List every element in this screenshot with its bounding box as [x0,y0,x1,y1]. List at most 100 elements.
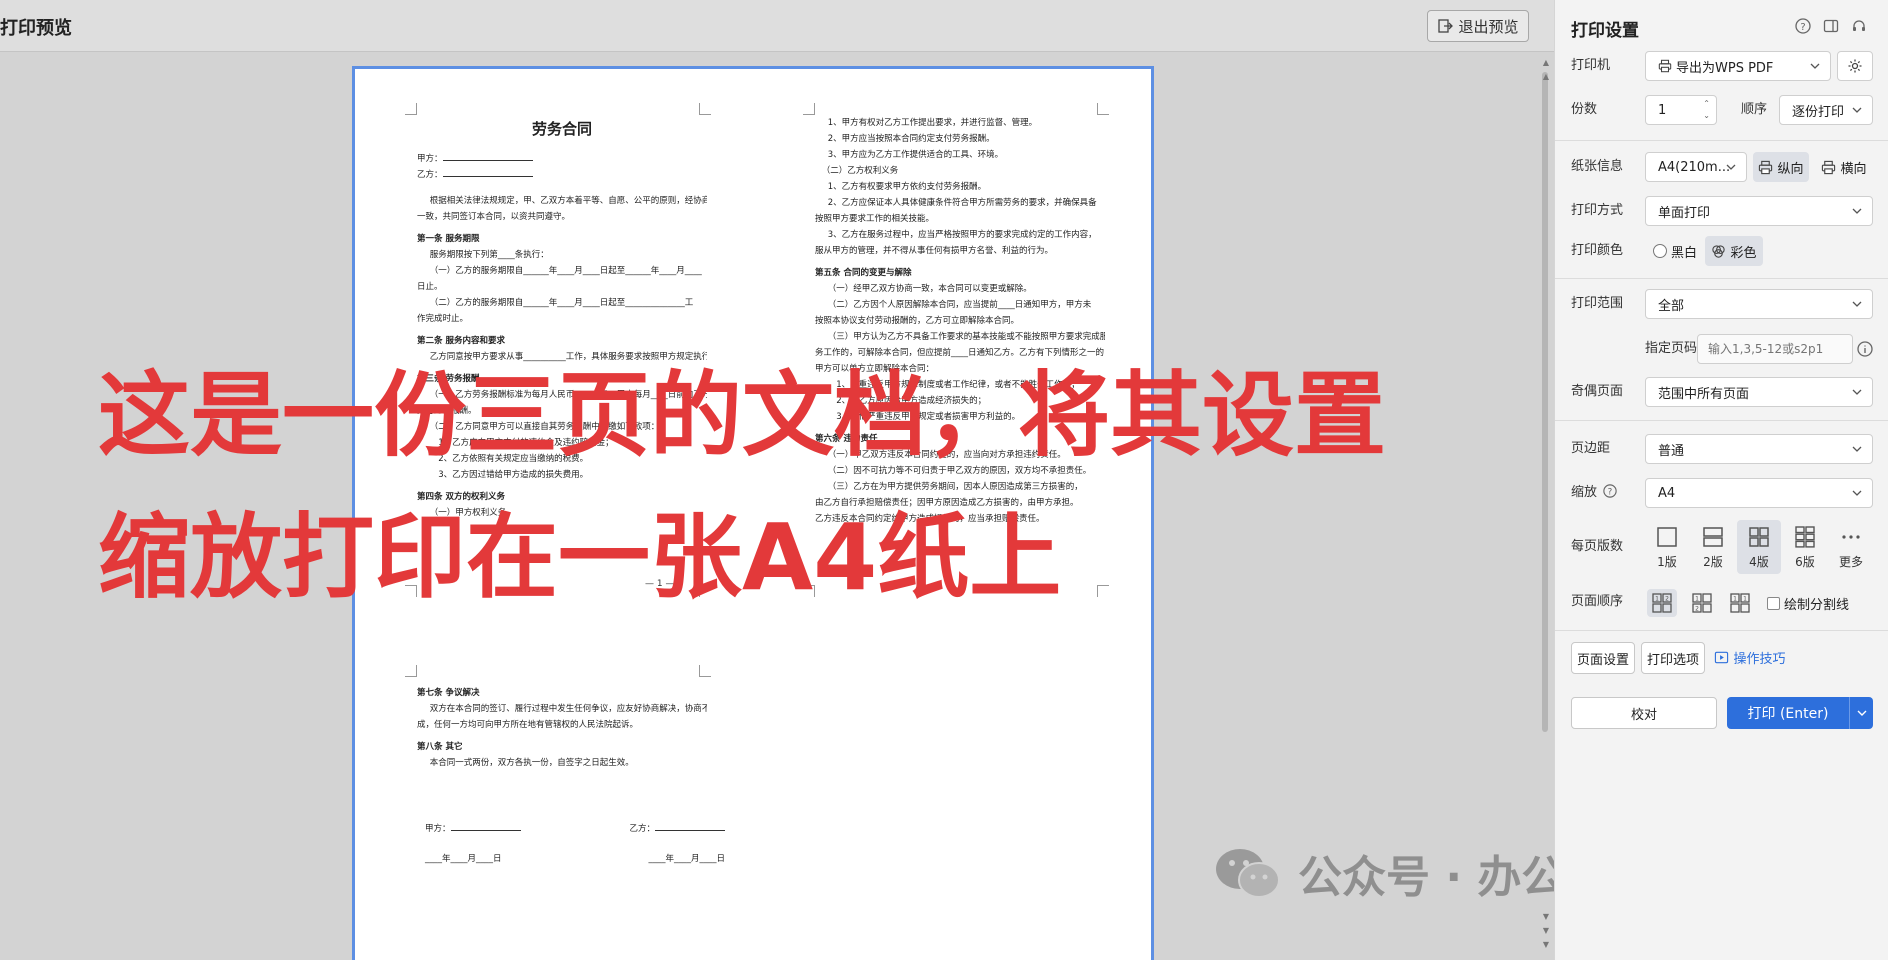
svg-text:2: 2 [1665,596,1669,603]
orientation-portrait-button[interactable]: 纵向 [1753,152,1809,182]
doc-line: 3、甲方应为乙方工作提供适合的工具、环境。 [827,150,1004,160]
doc-line: 3、其他严重违反甲方规定或者损害甲方利益的。 [836,412,1021,422]
color-bw-option[interactable]: 黑白 [1649,236,1701,266]
page-setup-button[interactable]: 页面设置 [1571,642,1635,674]
zoom-select[interactable]: A4 [1645,478,1873,508]
doc-line: （三）甲方认为乙方不具备工作要求的基本技能或不能按照甲方要求完成服 [827,332,1105,342]
proof-label: 校对 [1630,707,1657,723]
wechat-icon [1216,849,1280,898]
page-order-horizontal-option[interactable]: 12 [1647,589,1677,617]
odd-even-select[interactable]: 范围中所有页面 [1645,377,1873,407]
svg-text:1: 1 [1733,596,1737,603]
doc-line: 服从甲方的管理，并不得从事任何有损甲方名誉、利益的行为。 [815,246,1054,256]
preview-scroll-thumb[interactable] [1542,72,1548,732]
panel-title: 打印设置 [1571,21,1639,41]
page-order-vertical-option[interactable]: 12 [1687,589,1717,617]
draw-lines-label: 绘制分割线 [1784,597,1850,613]
party-b-label: 乙方： [417,170,443,180]
chevron-down-icon [1852,490,1862,496]
printer-select[interactable]: 导出为WPS PDF [1645,51,1831,81]
doc-line: （二）乙方因个人原因解除本合同，应当提前____日通知甲方，甲方未 [827,300,1092,310]
document-page-2: 1、甲方有权对乙方工作提出要求，并进行监督、管理。 2、甲方应当按照本合同约定支… [815,115,1105,527]
exit-preview-button[interactable]: 退出预览 [1427,10,1529,42]
sign-a-date: ____年____月____日 [425,854,502,864]
doc-line: 本合同一式两份，双方各执一份，自签字之日起生效。 [429,758,634,768]
doc-heading: 第五条 合同的变更与解除 [815,268,912,278]
svg-text:1: 1 [1743,596,1747,603]
printer-label: 打印机 [1571,58,1611,73]
doc-heading: 第八条 其它 [417,742,463,752]
doc-line: （一）甲乙双方违反本合同约定的，应当向对方承担违约责任。 [827,450,1066,460]
page-spec-input[interactable] [1697,334,1853,364]
doc-heading: 第一条 服务期限 [417,234,480,244]
printer-settings-button[interactable] [1837,51,1873,81]
watermark-text: 公众号 · 办公技能指南社 [1298,852,1554,903]
proof-button[interactable]: 校对 [1571,697,1717,729]
exit-preview-label: 退出预览 [1458,17,1519,36]
margin-select[interactable]: 普通 [1645,434,1873,464]
scroll-down-arrow[interactable]: ▼ [1541,940,1551,949]
help-icon[interactable]: ? [1795,18,1811,34]
draw-divider-lines-option[interactable]: 绘制分割线 [1767,588,1873,618]
print-range-label: 打印范围 [1571,296,1624,311]
scroll-up-arrow[interactable]: ▲ [1541,72,1551,81]
sidebar-toggle-icon[interactable] [1823,18,1839,34]
layout-1-icon [1657,526,1677,547]
doc-line: 乙方违反本合同约定给甲方造成损失的，应当承担赔偿责任。 [815,514,1045,524]
print-range-select[interactable]: 全部 [1645,289,1873,319]
doc-line: （三）乙方在为甲方提供劳务期间，因本人原因造成第三方损害的， [827,482,1083,492]
orientation-landscape-button[interactable]: 横向 [1815,152,1873,182]
copies-value: 1 [1658,102,1667,118]
page-order-repeat-option[interactable]: 11 [1725,589,1755,617]
layout-1-page-option[interactable]: 1版 [1645,520,1689,574]
paper-label: 纸张信息 [1571,159,1624,174]
layout-2-page-option[interactable]: 2版 [1691,520,1735,574]
headset-icon[interactable] [1851,18,1867,34]
tips-link[interactable]: 操作技巧 [1713,642,1787,672]
doc-line: 按照本协议支付劳动报酬的，乙方可立即解除本合同。 [815,316,1020,326]
radio-button[interactable] [1652,244,1667,258]
info-icon[interactable] [1857,341,1873,357]
document-page-3: 第七条 争议解决 双方在本合同的签订、履行过程中发生任何争议，应友好协商解决，协… [417,679,707,771]
party-b-line: 乙方： [417,167,707,183]
layout-6-page-option[interactable]: 6版 [1783,520,1827,574]
scroll-down-arrow[interactable]: ▼ [1541,912,1551,921]
layout-more-label: 更多 [1838,554,1863,569]
sign-b-date: ____年____月____日 [648,854,725,864]
print-options-button[interactable]: 打印选项 [1641,642,1705,674]
copies-stepper[interactable]: 1 ⌃ ⌄ [1645,95,1717,125]
layout-4-page-option[interactable]: 4版 [1737,520,1781,574]
chevron-down-icon [1852,389,1862,395]
print-dropdown-button[interactable] [1849,697,1873,729]
order-select[interactable]: 逐份打印 [1779,95,1873,125]
doc-line: 甲方可以单方立即解除本合同： [815,364,935,374]
layout-more-option[interactable]: 更多 [1829,520,1873,574]
color-color-option[interactable]: 彩色 [1705,236,1763,266]
chevron-down-icon [1857,710,1866,716]
paper-size-select[interactable]: A4(210m... [1645,152,1747,182]
print-mode-select[interactable]: 单面打印 [1645,196,1873,226]
doc-line: 2、因乙方原因给甲方造成经济损失的； [836,396,987,406]
page-spec-label: 指定页码 [1645,341,1698,356]
doc-line: 作完成时止。 [417,314,469,324]
doc-heading: 第三条 劳务报酬 [417,374,480,384]
margin-label: 页边距 [1571,441,1611,456]
stepper-arrows-icon[interactable]: ⌃ ⌄ [1703,98,1710,122]
help-icon[interactable]: ? [1603,484,1617,498]
doc-line: 日止。 [417,282,443,292]
layout-2-label: 2版 [1703,554,1723,569]
checkbox[interactable] [1767,596,1780,610]
doc-line: （二）因不可抗力等不可归责于甲乙双方的原因，双方均不承担责任。 [827,466,1092,476]
document-title: 劳务合同 [531,120,592,138]
doc-line: 根据相关法律法规规定，甲、乙双方本着平等、自愿、公平的原则，经协商 [429,196,707,206]
zoom-label-row: 缩放 ? [1571,483,1617,503]
crop-mark [1097,103,1109,115]
scroll-up-arrow[interactable]: ▲ [1541,58,1551,67]
odd-even-label: 奇偶页面 [1571,384,1624,399]
preview-paper: 劳务合同 甲方： 乙方： 根据相关法律法规规定，甲、乙双方本着平等、自愿、公平的… [352,66,1154,960]
order-repeat-icon: 11 [1730,593,1750,613]
print-button[interactable]: 打印 (Enter) [1727,697,1873,729]
layout-4-label: 4版 [1749,554,1769,569]
scroll-down-arrow[interactable]: ▼ [1541,926,1551,935]
party-a-line: 甲方： [417,151,707,167]
